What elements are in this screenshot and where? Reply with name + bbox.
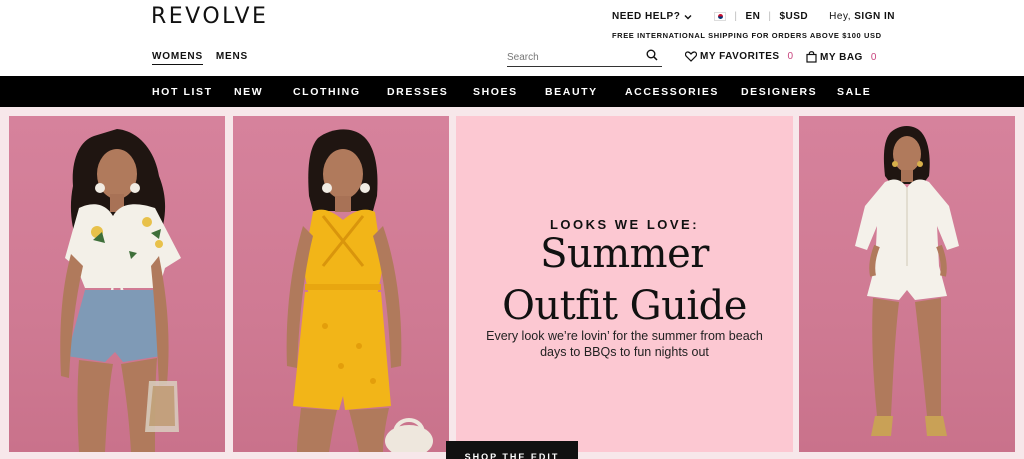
sign-in-link[interactable]: SIGN IN <box>854 11 895 22</box>
shipping-notice: FREE INTERNATIONAL SHIPPING FOR ORDERS A… <box>612 31 882 40</box>
utility-bar: NEED HELP? | EN | $USD Hey, SIGN IN <box>612 11 895 22</box>
heart-icon <box>685 51 697 62</box>
greeting-text: Hey, <box>829 11 851 22</box>
bag-label: MY BAG <box>820 51 863 63</box>
shop-the-edit-button[interactable]: SHOP THE EDIT <box>446 441 578 459</box>
search-input[interactable] <box>507 49 637 63</box>
hero-photo-floral-top[interactable] <box>9 116 225 452</box>
divider: | <box>768 11 772 22</box>
tab-mens[interactable]: MENS <box>216 51 248 65</box>
korea-flag-icon[interactable] <box>714 12 727 21</box>
nav-item-dresses[interactable]: DRESSES <box>387 86 448 98</box>
model-floral-top-image <box>60 129 181 452</box>
help-label: NEED HELP? <box>612 11 681 22</box>
tab-womens[interactable]: WOMENS <box>152 51 203 65</box>
currency-selector[interactable]: $USD <box>779 11 808 22</box>
favorites-link[interactable]: MY FAVORITES 0 <box>685 51 794 62</box>
hero-headline-line2: Outfit Guide <box>502 283 747 329</box>
favorites-label: MY FAVORITES <box>700 51 780 62</box>
site-header: REVOLVE WOMENS MENS NEED HELP? | EN | $U… <box>0 0 1024 76</box>
model-yellow-romper-image <box>286 129 433 452</box>
nav-item-shoes[interactable]: SHOES <box>473 86 518 98</box>
revolve-logo[interactable]: REVOLVE <box>151 4 268 29</box>
help-dropdown[interactable]: NEED HELP? <box>612 11 692 22</box>
hero-photo-yellow-romper[interactable] <box>233 116 449 452</box>
hero-photo-white-romper[interactable] <box>799 116 1015 452</box>
search-box <box>507 47 662 67</box>
shopping-bag-icon <box>806 51 817 63</box>
hero-subtext: Every look we’re lovin’ for the summer f… <box>486 329 763 359</box>
nav-item-clothing[interactable]: CLOTHING <box>293 86 361 98</box>
chevron-down-icon <box>684 14 692 19</box>
main-nav: HOT LIST NEW CLOTHING DRESSES SHOES BEAU… <box>0 76 1024 107</box>
bag-count: 0 <box>870 51 877 63</box>
favorites-count: 0 <box>787 51 794 62</box>
nav-item-accessories[interactable]: ACCESSORIES <box>625 86 719 98</box>
hero-banner: LOOKS WE LOVE: Summer Outfit Guide Every… <box>0 107 1024 459</box>
nav-item-hot-list[interactable]: HOT LIST <box>152 86 213 98</box>
summer-guide-feature[interactable]: LOOKS WE LOVE: Summer Outfit Guide Every… <box>456 116 793 452</box>
model-white-romper-image <box>855 126 959 436</box>
nav-item-new[interactable]: NEW <box>234 86 263 98</box>
nav-item-designers[interactable]: DESIGNERS <box>741 86 817 98</box>
language-selector[interactable]: EN <box>745 11 760 22</box>
bag-link[interactable]: MY BAG 0 <box>806 51 877 63</box>
divider: | <box>734 11 738 22</box>
greeting: Hey, SIGN IN <box>829 11 895 22</box>
nav-item-sale[interactable]: SALE <box>837 86 871 98</box>
nav-item-beauty[interactable]: BEAUTY <box>545 86 598 98</box>
hero-headline: Summer Outfit Guide <box>456 228 793 332</box>
search-icon[interactable] <box>646 49 658 61</box>
hero-headline-line1: Summer <box>540 231 709 277</box>
gender-nav: WOMENS MENS <box>152 51 248 65</box>
